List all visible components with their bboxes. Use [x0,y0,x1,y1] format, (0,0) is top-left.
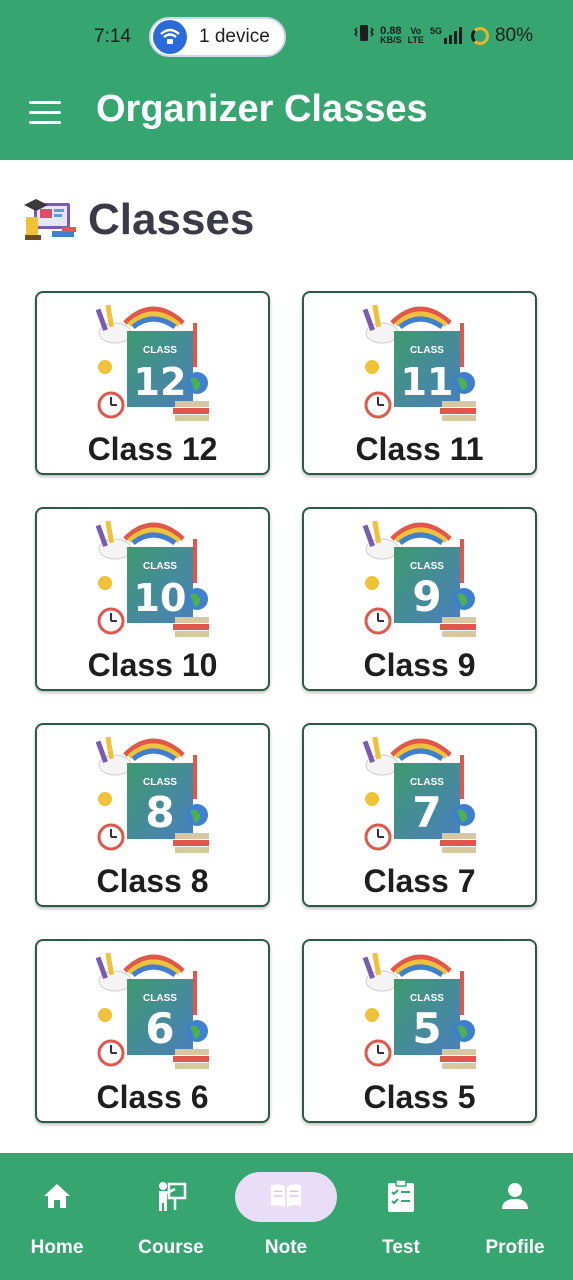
class-card[interactable]: CLASS 7 Class 7 [302,723,537,907]
signal-icon: 5G [430,27,465,45]
class-card-label: Class 8 [96,863,209,899]
svg-text:6: 6 [145,1004,174,1053]
nav-item-note[interactable]: Note [229,1153,343,1280]
class-illustration-icon: CLASS 8 [95,733,215,857]
class-illustration-icon: CLASS 5 [362,949,482,1073]
svg-text:CLASS: CLASS [143,993,177,1004]
app-title: Organizer Classes [96,88,428,130]
class-card[interactable]: CLASS 5 Class 5 [302,939,537,1123]
svg-text:8: 8 [145,788,174,837]
class-card-label: Class 5 [363,1079,476,1115]
svg-text:5: 5 [412,1004,441,1053]
class-illustration-icon: CLASS 9 [362,517,482,641]
svg-text:CLASS: CLASS [143,777,177,788]
status-bar: 7:14 1 device 0.88 KB/S Vo LTE 5G 80% [0,0,573,74]
svg-text:CLASS: CLASS [410,777,444,788]
class-card[interactable]: CLASS 10 Class 10 [35,507,270,691]
nav-label-profile: Profile [485,1237,545,1258]
open-book-icon [269,1179,303,1213]
device-pill[interactable]: 1 device [149,17,286,57]
svg-text:11: 11 [401,360,454,404]
app-bar: Organizer Classes [0,74,573,160]
net-speed: 0.88 KB/S [380,26,402,45]
class-card-label: Class 7 [363,863,476,899]
battery-percent: 80% [494,25,533,46]
svg-text:CLASS: CLASS [143,345,177,356]
nav-item-profile[interactable]: Profile [458,1153,572,1280]
clipboard-checklist-icon [384,1179,418,1213]
svg-text:10: 10 [134,576,187,620]
class-card-label: Class 10 [87,647,218,683]
svg-text:9: 9 [412,572,441,621]
class-illustration-icon: CLASS 11 [362,301,482,425]
screen: 7:14 1 device 0.88 KB/S Vo LTE 5G 80% Or… [0,0,573,1280]
nav-label-note: Note [264,1237,308,1258]
classroom-illustration-icon [22,195,80,245]
nav-item-course[interactable]: Course [114,1153,228,1280]
class-illustration-icon: CLASS 7 [362,733,482,857]
nav-item-home[interactable]: Home [0,1153,114,1280]
class-illustration-icon: CLASS 12 [95,301,215,425]
svg-text:CLASS: CLASS [410,993,444,1004]
class-card[interactable]: CLASS 6 Class 6 [35,939,270,1123]
home-icon [40,1179,74,1213]
hamburger-menu-icon[interactable] [26,96,64,128]
net-speed-unit: KB/S [380,35,402,45]
svg-text:7: 7 [412,788,441,837]
network-type: 5G [429,26,442,36]
class-illustration-icon: CLASS 6 [95,949,215,1073]
nav-label-home: Home [30,1237,84,1258]
class-card-label: Class 11 [355,431,484,467]
class-illustration-icon: CLASS 10 [95,517,215,641]
svg-text:12: 12 [134,360,187,404]
bottom-nav: Home Course Note Test Profile [0,1153,573,1280]
device-pill-label: 1 device [199,26,270,47]
class-card[interactable]: CLASS 8 Class 8 [35,723,270,907]
class-card-label: Class 6 [96,1079,209,1115]
status-time: 7:14 [94,26,131,47]
volte-indicator: Vo LTE [408,27,424,45]
svg-text:CLASS: CLASS [143,561,177,572]
svg-text:CLASS: CLASS [410,345,444,356]
class-card-label: Class 9 [363,647,476,683]
status-right: 0.88 KB/S Vo LTE 5G 80% [354,24,533,48]
nav-label-test: Test [382,1237,420,1258]
section-title: Classes [88,195,255,244]
svg-text:CLASS: CLASS [410,561,444,572]
class-card[interactable]: CLASS 11 Class 11 [302,291,537,475]
class-card[interactable]: CLASS 12 Class 12 [35,291,270,475]
class-card-label: Class 12 [87,431,218,467]
wifi-hotspot-icon [153,20,187,54]
nav-label-course: Course [138,1237,204,1258]
section-header: Classes [22,192,254,248]
nav-item-test[interactable]: Test [344,1153,458,1280]
teacher-board-icon [154,1179,188,1213]
battery-icon [470,27,489,45]
class-card[interactable]: CLASS 9 Class 9 [302,507,537,691]
person-icon [498,1179,532,1213]
vibrate-icon [354,24,375,48]
volte-bottom: LTE [407,35,424,45]
